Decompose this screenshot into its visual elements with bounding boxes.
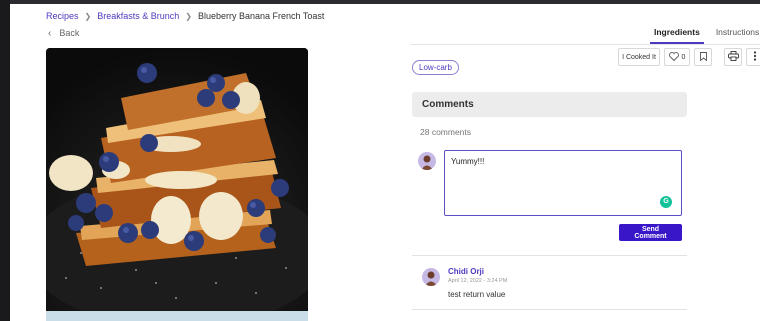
breadcrumb-breakfasts[interactable]: Breakfasts & Brunch: [97, 11, 179, 21]
left-edge: [0, 0, 10, 321]
bookmark-icon: [699, 51, 707, 63]
grammarly-icon[interactable]: G: [660, 196, 672, 208]
more-icon: [753, 51, 757, 63]
chevron-right-icon: ❯: [84, 12, 92, 21]
like-button[interactable]: 0: [664, 48, 690, 66]
chevron-right-icon: ❯: [185, 12, 192, 21]
more-button[interactable]: [746, 48, 760, 66]
french-toast-image: [46, 48, 308, 321]
comment-divider: [412, 309, 687, 310]
tab-ingredients[interactable]: Ingredients: [650, 27, 704, 44]
comment-date: April 12, 2022 - 3:24 PM: [448, 278, 508, 284]
comments-header: Comments: [412, 92, 687, 117]
like-count: 0: [681, 53, 686, 61]
print-icon: [727, 51, 739, 63]
tag-low-carb[interactable]: Low-carb: [412, 60, 459, 75]
send-comment-button[interactable]: Send Comment: [619, 224, 682, 241]
bookmark-button[interactable]: [694, 48, 712, 66]
print-button[interactable]: [724, 48, 742, 66]
comment-author[interactable]: Chidi Orji: [448, 267, 484, 276]
avatar: [422, 268, 440, 286]
comment-text: test return value: [448, 290, 506, 299]
tab-instructions[interactable]: Instructions: [712, 27, 760, 42]
tabs-divider: [410, 44, 760, 45]
top-bar: [10, 0, 760, 4]
recipe-page: Recipes ❯ Breakfasts & Brunch ❯ Blueberry Ba…: [10, 0, 760, 321]
comments-count: 28 comments: [420, 127, 472, 137]
heart-icon: [668, 51, 679, 63]
back-label: Back: [59, 28, 80, 38]
recipe-actions: I Cooked It 0: [618, 48, 760, 66]
i-cooked-it-button[interactable]: I Cooked It: [618, 48, 660, 66]
comment-input[interactable]: [444, 150, 682, 216]
breadcrumb-recipes[interactable]: Recipes: [46, 11, 79, 21]
comment-divider: [412, 255, 687, 256]
breadcrumb: Recipes ❯ Breakfasts & Brunch ❯ Blueberry Ba…: [46, 11, 324, 21]
chevron-left-icon: ‹: [48, 28, 52, 39]
breadcrumb-current: Blueberry Banana French Toast: [197, 11, 325, 21]
avatar: [418, 152, 436, 170]
recipe-photo: [46, 48, 308, 321]
recipe-tabs: Ingredients Instructions: [650, 27, 760, 44]
back-link[interactable]: ‹ Back: [48, 28, 79, 39]
